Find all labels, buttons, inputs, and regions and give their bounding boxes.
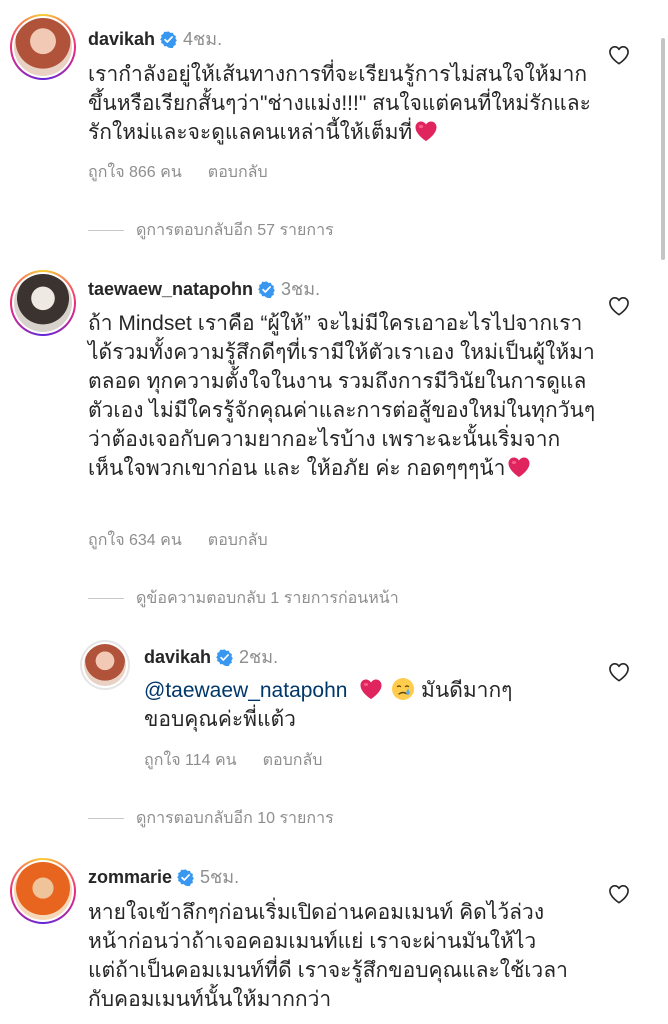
verified-badge-icon: [258, 281, 275, 298]
comment-header: zommarie 5ชม.: [88, 866, 239, 888]
comment-text: ถ้า Mindset เราคือ “ผู้ให้” จะไม่มีใครเอ…: [88, 312, 596, 480]
reply-button[interactable]: ตอบกลับ: [208, 164, 268, 181]
timestamp: 3ชม.: [281, 279, 321, 299]
scrollbar[interactable]: [661, 38, 665, 260]
red-heart-emoji: [414, 120, 438, 142]
timestamp: 4ชม.: [183, 29, 223, 49]
verified-badge-icon: [216, 649, 233, 666]
view-previous-replies-label: ดูข้อความตอบกลับ 1 รายการก่อนหน้า: [136, 590, 399, 607]
avatar[interactable]: [80, 640, 130, 690]
mention-link[interactable]: @taewaew_natapohn: [144, 679, 347, 702]
comment-header: taewaew_natapohn 3ชม.: [88, 278, 320, 300]
comment-meta: ถูกใจ 634 คน ตอบกลับ: [88, 528, 268, 553]
like-count[interactable]: ถูกใจ 634 คน: [88, 532, 182, 549]
reply-text-after-emoji: มันดีมากๆ: [421, 679, 513, 702]
heart-outline-icon[interactable]: [608, 662, 630, 682]
heart-outline-icon[interactable]: [608, 296, 630, 316]
divider: [88, 818, 124, 819]
heart-outline-icon[interactable]: [608, 45, 630, 65]
username[interactable]: taewaew_natapohn: [88, 279, 253, 299]
avatar[interactable]: [10, 270, 76, 336]
username[interactable]: davikah: [144, 647, 211, 667]
timestamp: 5ชม.: [200, 867, 240, 887]
view-more-replies-label: ดูการตอบกลับอีก 57 รายการ: [136, 222, 334, 239]
comment-header: davikah 4ชม.: [88, 28, 222, 50]
red-heart-emoji: [359, 678, 383, 700]
comment-text: หายใจเข้าลึกๆก่อนเริ่มเปิดอ่านคอมเมนท์ ค…: [88, 901, 568, 1011]
divider: [88, 598, 124, 599]
avatar[interactable]: [10, 858, 76, 924]
view-more-replies-label: ดูการตอบกลับอีก 10 รายการ: [136, 810, 334, 827]
comment-text: เรากำลังอยู่ให้เส้นทางการที่จะเรียนรู้กา…: [88, 63, 591, 144]
like-count[interactable]: ถูกใจ 114 คน: [144, 752, 237, 769]
avatar[interactable]: [10, 14, 76, 80]
reply-text-line2: ขอบคุณค่ะพี่แต้ว: [144, 708, 296, 731]
reply-text: @taewaew_natapohn มันดีมากๆ ขอบคุณค่ะพี่…: [144, 676, 594, 734]
view-more-replies[interactable]: ดูการตอบกลับอีก 57 รายการ: [88, 218, 334, 243]
reply-header: davikah 2ชม.: [144, 646, 278, 668]
verified-badge-icon: [160, 31, 177, 48]
verified-badge-icon: [177, 869, 194, 886]
comment-meta: ถูกใจ 866 คน ตอบกลับ: [88, 160, 268, 185]
crying-face-emoji: [392, 678, 415, 700]
username[interactable]: zommarie: [88, 867, 172, 887]
like-count[interactable]: ถูกใจ 866 คน: [88, 164, 182, 181]
view-more-replies[interactable]: ดูการตอบกลับอีก 10 รายการ: [88, 806, 334, 831]
reply-meta: ถูกใจ 114 คน ตอบกลับ: [144, 748, 322, 773]
reply-button[interactable]: ตอบกลับ: [208, 532, 268, 549]
username[interactable]: davikah: [88, 29, 155, 49]
heart-outline-icon[interactable]: [608, 884, 630, 904]
reply-button[interactable]: ตอบกลับ: [263, 752, 323, 769]
red-heart-emoji: [507, 456, 531, 478]
timestamp: 2ชม.: [239, 647, 279, 667]
divider: [88, 230, 124, 231]
view-previous-replies[interactable]: ดูข้อความตอบกลับ 1 รายการก่อนหน้า: [88, 586, 399, 611]
